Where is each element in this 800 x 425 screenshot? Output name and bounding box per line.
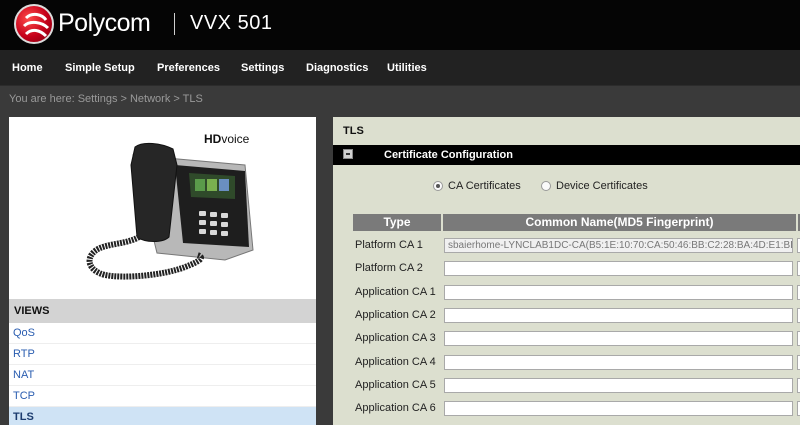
views-header: VIEWS [9, 299, 316, 323]
row-common-name-field[interactable] [444, 331, 793, 346]
row-common-name-field[interactable] [444, 355, 793, 370]
section-header: Certificate Configuration [333, 145, 800, 165]
breadcrumb: You are here: Settings > Network > TLS [9, 93, 203, 105]
polycom-logo-icon [14, 4, 54, 44]
radio-ca-icon[interactable] [433, 181, 443, 191]
row-type-label: Application CA 4 [355, 356, 436, 368]
collapse-icon[interactable] [343, 149, 353, 159]
row-type-label: Application CA 5 [355, 379, 436, 391]
view-item-nat[interactable]: NAT [9, 365, 316, 386]
section-title: Certificate Configuration [384, 149, 513, 161]
nav-simple-setup[interactable]: Simple Setup [65, 62, 135, 74]
view-item-tcp[interactable]: TCP [9, 386, 316, 407]
left-panel: HDvoice VIEWS QoS RTP NAT TCP TLS [9, 117, 316, 425]
row-type-label: Application CA 6 [355, 402, 436, 414]
page-title: TLS [343, 125, 364, 137]
row-type-label: Platform CA 1 [355, 239, 423, 251]
view-item-rtp[interactable]: RTP [9, 344, 316, 365]
column-header-type: Type [353, 214, 441, 231]
nav-settings[interactable]: Settings [241, 62, 284, 74]
nav-preferences[interactable]: Preferences [157, 62, 220, 74]
radio-device-icon[interactable] [541, 181, 551, 191]
row-common-name-field[interactable] [444, 378, 793, 393]
app-header: Polycom VVX 501 [0, 0, 800, 50]
row-type-label: Platform CA 2 [355, 262, 423, 274]
main-nav: Home Simple Setup Preferences Settings D… [0, 50, 800, 86]
header-divider [174, 13, 175, 35]
column-header-common-name: Common Name(MD5 Fingerprint) [443, 214, 796, 231]
radio-device-label: Device Certificates [556, 180, 648, 192]
phone-image [65, 125, 265, 295]
nav-home[interactable]: Home [12, 62, 43, 74]
main-panel: TLS Certificate Configuration CA Certifi… [333, 117, 800, 425]
row-common-name-field[interactable] [444, 285, 793, 300]
view-item-qos[interactable]: QoS [9, 323, 316, 344]
device-model: VVX 501 [190, 12, 273, 34]
row-type-label: Application CA 2 [355, 309, 436, 321]
hd-voice-logo: HDvoice [204, 132, 250, 146]
row-type-label: Application CA 1 [355, 286, 436, 298]
brand-name: Polycom [58, 9, 151, 37]
row-common-name-field[interactable] [444, 261, 793, 276]
row-type-label: Application CA 3 [355, 332, 436, 344]
row-common-name-field[interactable] [444, 401, 793, 416]
nav-utilities[interactable]: Utilities [387, 62, 427, 74]
row-common-name-field[interactable] [444, 308, 793, 323]
radio-ca-certificates[interactable]: CA Certificates [433, 180, 521, 192]
radio-ca-label: CA Certificates [448, 180, 521, 192]
row-common-name-field[interactable]: sbaierhome-LYNCLAB1DC-CA(B5:1E:10:70:CA:… [444, 238, 793, 253]
radio-device-certificates[interactable]: Device Certificates [541, 180, 648, 192]
nav-diagnostics[interactable]: Diagnostics [306, 62, 368, 74]
view-item-tls[interactable]: TLS [9, 407, 316, 425]
